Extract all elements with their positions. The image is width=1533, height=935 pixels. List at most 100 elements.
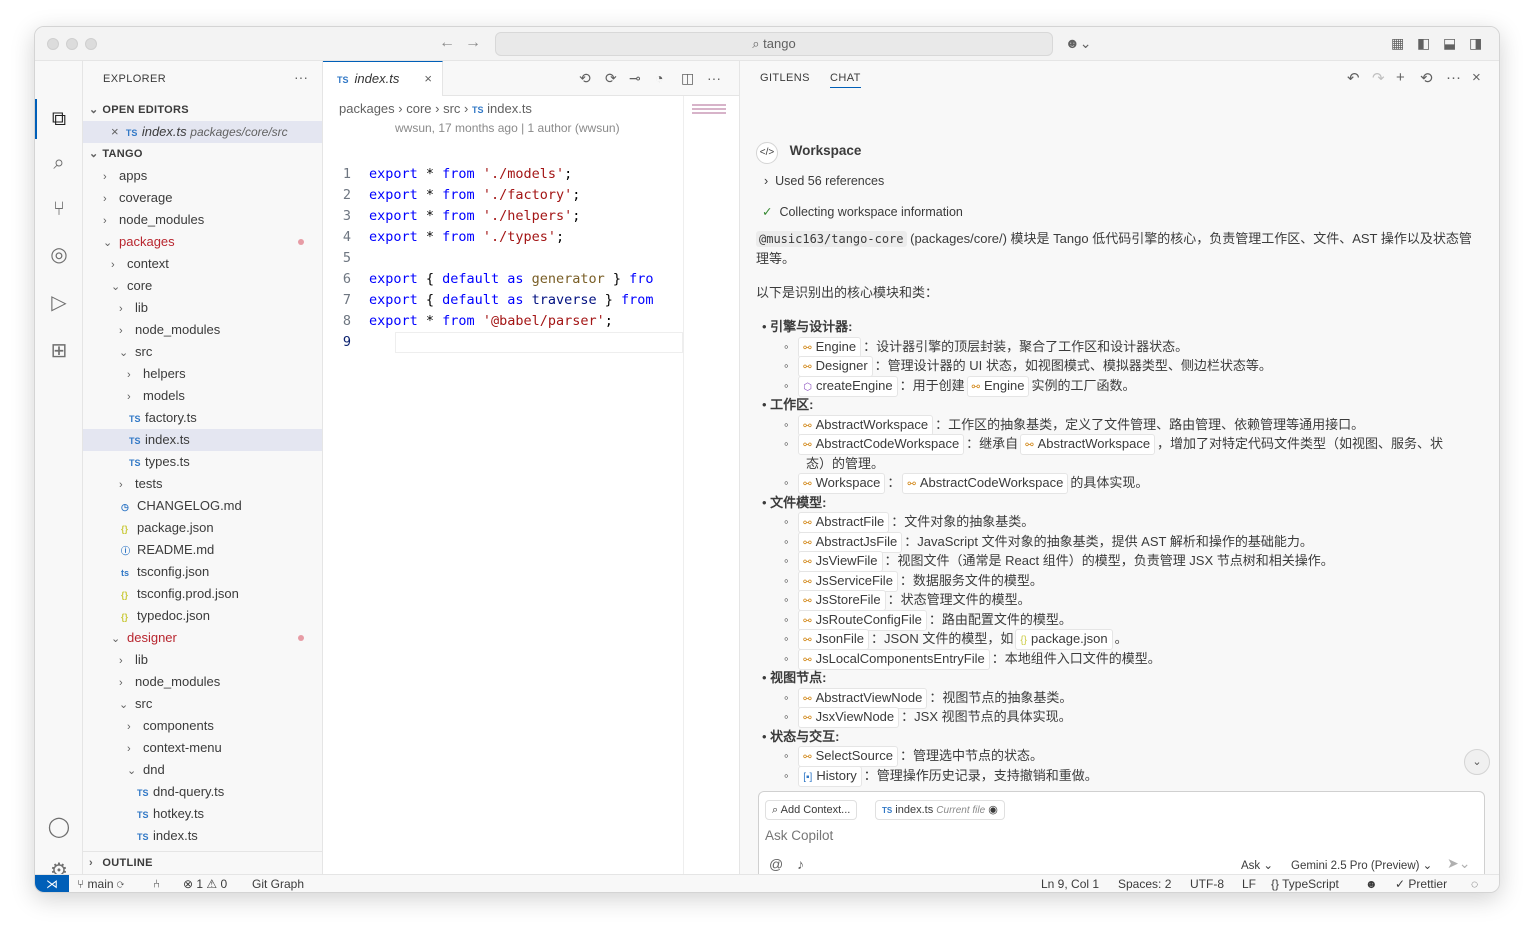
back-arrow-icon[interactable]: ← <box>439 34 455 52</box>
current-file-chip[interactable]: TS index.ts Current file ◉ <box>875 800 1005 820</box>
tab-chat[interactable]: CHAT <box>830 72 861 88</box>
symbol-reference-chip[interactable]: ⚯ Workspace <box>798 473 886 494</box>
prettier-status[interactable]: ✓ Prettier <box>1395 875 1447 892</box>
code-line[interactable]: 8 export * from '@babel/parser'; <box>323 311 683 332</box>
git-pr-icon[interactable]: ⑃ <box>153 875 160 892</box>
tree-folder[interactable]: › components <box>83 715 322 737</box>
history-icon[interactable]: ⟲ <box>1420 69 1433 87</box>
chat-prompt-input[interactable]: Ask Copilot <box>765 828 833 843</box>
symbol-reference-chip[interactable]: ⚯ AbstractCodeWorkspace <box>902 473 1069 494</box>
tree-folder[interactable]: › apps <box>83 165 322 187</box>
toggle-panel-icon[interactable]: ⬓ <box>1443 35 1456 52</box>
copilot-status-icon[interactable]: ☻ <box>1365 875 1378 892</box>
code-line[interactable]: 1 export * from './models'; <box>323 164 683 185</box>
new-chat-icon[interactable]: + <box>1396 69 1405 86</box>
toggle-secondary-sidebar-icon[interactable]: ◨ <box>1469 35 1482 52</box>
toggle-primary-sidebar-icon[interactable]: ◧ <box>1417 35 1430 52</box>
tree-file[interactable]: TS index.ts <box>83 429 322 451</box>
tree-file[interactable]: {} typedoc.json <box>83 605 322 627</box>
tree-folder[interactable]: › lib <box>83 649 322 671</box>
tree-folder[interactable]: ⌄ packages <box>83 231 322 253</box>
scroll-down-button[interactable]: ⌄ <box>1464 749 1490 775</box>
next-change-icon[interactable]: ⊸ <box>629 70 641 87</box>
microphone-icon[interactable]: ♪ <box>797 856 804 872</box>
symbol-reference-chip[interactable]: ⚯ AbstractCodeWorkspace <box>798 434 965 455</box>
problems-status[interactable]: ⊗ 1 ⚠ 0 <box>183 875 227 892</box>
tab-index-ts[interactable]: TS index.ts × <box>323 61 443 96</box>
outline-header[interactable]: › OUTLINE <box>83 851 322 873</box>
minimize-window-button[interactable] <box>66 38 78 50</box>
tree-folder[interactable]: › node_modules <box>83 209 322 231</box>
tree-file[interactable]: TS hotkey.ts <box>83 803 322 825</box>
mention-icon[interactable]: @ <box>769 856 783 872</box>
indentation-status[interactable]: Spaces: 2 <box>1118 875 1171 892</box>
timeline-icon[interactable]: ◔ <box>655 70 663 86</box>
git-graph-button[interactable]: Git Graph <box>252 875 304 892</box>
minimap[interactable] <box>683 96 740 874</box>
workspace-root-header[interactable]: ⌄ TANGO <box>83 143 322 165</box>
code-line[interactable]: 6 export { default as generator } fro <box>323 269 683 290</box>
symbol-reference-chip[interactable]: ⚯ JsLocalComponentsEntryFile <box>798 648 990 670</box>
breadcrumb-item[interactable]: src <box>443 101 460 116</box>
tree-file[interactable]: ⓘ README.md <box>83 539 322 561</box>
used-references-toggle[interactable]: › Used 56 references <box>764 172 884 192</box>
close-window-button[interactable] <box>47 38 59 50</box>
tree-file[interactable]: {} package.json <box>83 517 322 539</box>
symbol-reference-chip[interactable]: ⚯ JsonFile <box>798 629 870 650</box>
breadcrumb-item[interactable]: packages <box>339 101 395 116</box>
copilot-icon[interactable]: ☻⌄ <box>1065 35 1091 52</box>
gitlens-icon[interactable]: ◎ <box>45 241 73 269</box>
symbol-reference-chip[interactable]: ⚯ Designer <box>798 356 873 377</box>
symbol-reference-chip[interactable]: ⚯ AbstractViewNode <box>798 687 928 709</box>
model-select[interactable]: Gemini 2.5 Pro (Preview) ⌄ <box>1291 858 1432 872</box>
git-blame-annotation[interactable]: wwsun, 17 months ago | 1 author (wwsun) <box>395 121 620 135</box>
tree-folder[interactable]: ⌄ src <box>83 341 322 363</box>
symbol-reference-chip[interactable]: ⚯ SelectSource <box>798 746 898 767</box>
editor-more-icon[interactable]: ··· <box>707 70 721 86</box>
symbol-reference-chip[interactable]: ⚯ JsxViewNode <box>798 707 900 728</box>
symbol-reference-chip[interactable]: ⚯ AbstractFile <box>798 512 890 533</box>
symbol-reference-chip[interactable]: ⚯ JsRouteConfigFile <box>798 609 927 631</box>
forward-arrow-icon[interactable]: → <box>465 34 481 52</box>
tree-file[interactable]: ◷ CHANGELOG.md <box>83 495 322 517</box>
open-editors-header[interactable]: ⌄ OPEN EDITORS <box>83 99 322 121</box>
code-line[interactable]: 9 <box>323 332 683 353</box>
customize-layout-icon[interactable]: ▦ <box>1391 35 1404 52</box>
encoding-status[interactable]: UTF-8 <box>1190 875 1224 892</box>
explorer-icon[interactable]: ⧉ <box>45 105 73 133</box>
zoom-window-button[interactable] <box>85 38 97 50</box>
code-line[interactable]: 4 export * from './types'; <box>323 227 683 248</box>
tree-folder[interactable]: › context-menu <box>83 737 322 759</box>
command-center-search[interactable]: ⌕ tango <box>495 32 1053 56</box>
tree-file[interactable]: TS factory.ts <box>83 407 322 429</box>
tab-gitlens[interactable]: GITLENS <box>760 72 810 84</box>
eye-icon[interactable]: ◉ <box>988 804 998 816</box>
tree-folder[interactable]: › node_modules <box>83 319 322 341</box>
code-line[interactable]: 2 export * from './factory'; <box>323 185 683 206</box>
tree-file[interactable]: ts tsconfig.json <box>83 561 322 583</box>
symbol-reference-chip[interactable]: ⚯ JsStoreFile <box>798 590 886 611</box>
symbol-reference-chip[interactable]: ⚯ JsServiceFile <box>798 570 898 592</box>
tree-folder[interactable]: › models <box>83 385 322 407</box>
redo-icon[interactable]: ↷ <box>1372 69 1385 87</box>
branch-status[interactable]: ⑂ main ⟳ <box>77 875 124 892</box>
tree-folder[interactable]: › coverage <box>83 187 322 209</box>
undo-icon[interactable]: ↶ <box>1347 69 1360 87</box>
send-icon[interactable]: ➤⌄ <box>1447 855 1470 872</box>
breadcrumb-item[interactable]: core <box>406 101 431 116</box>
search-icon[interactable]: ⌕ <box>45 149 73 177</box>
tree-folder[interactable]: › lib <box>83 297 322 319</box>
tree-file[interactable]: TS types.ts <box>83 451 322 473</box>
compare-changes-icon[interactable]: ⟲ <box>579 70 591 87</box>
open-editor-item[interactable]: × TS index.ts packages/core/src <box>83 121 322 143</box>
account-icon[interactable]: ◯ <box>45 813 73 841</box>
tree-file[interactable]: TS index.ts <box>83 825 322 847</box>
symbol-reference-chip[interactable]: ⚯ AbstractJsFile <box>798 531 903 553</box>
code-line[interactable]: 5 <box>323 248 683 269</box>
eol-status[interactable]: LF <box>1242 875 1256 892</box>
symbol-reference-chip[interactable]: ⬡ createEngine <box>798 375 898 397</box>
breadcrumb-item[interactable]: index.ts <box>487 101 532 116</box>
close-icon[interactable]: × <box>1472 69 1481 86</box>
more-actions-icon[interactable]: ··· <box>294 69 308 85</box>
symbol-reference-chip[interactable]: ⚯ AbstractWorkspace <box>1020 434 1156 455</box>
